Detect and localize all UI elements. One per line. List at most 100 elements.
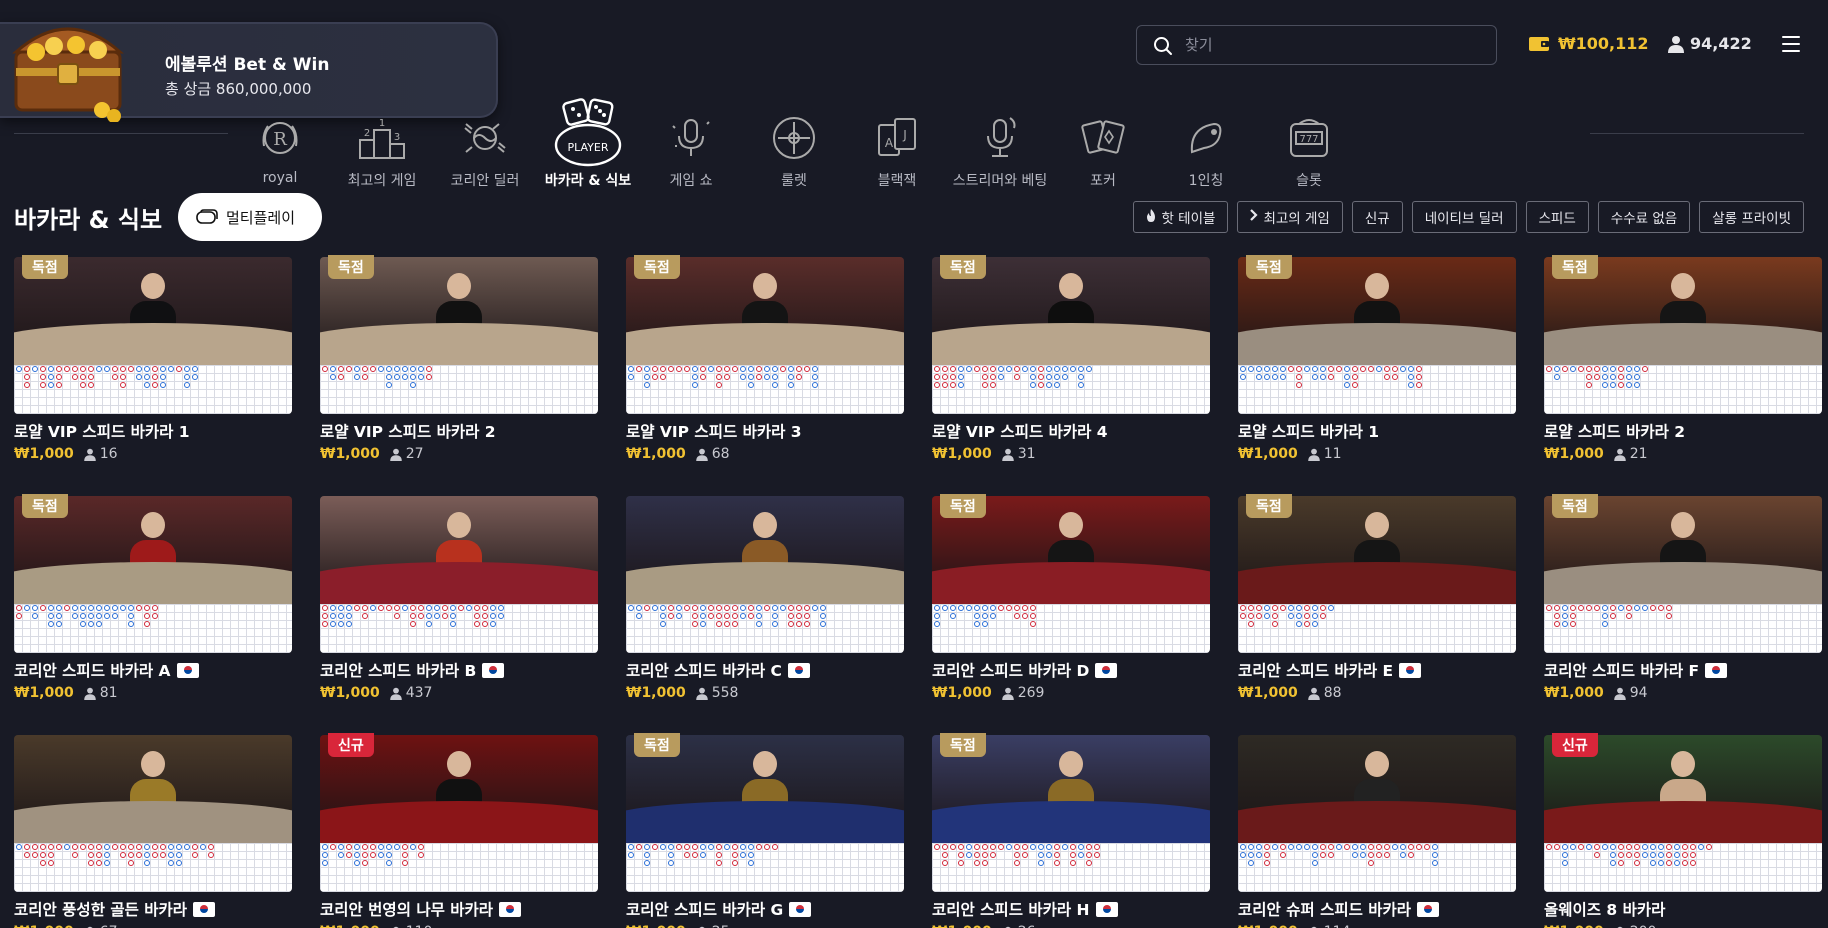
new-badge: 신규 <box>328 733 374 757</box>
balance[interactable]: ₩100,112 <box>1528 34 1649 53</box>
game-card[interactable]: 독점 로얄 스피드 바카라 1 ₩1,000 11 <box>1238 255 1516 462</box>
roulette-icon <box>764 108 824 168</box>
search-box[interactable] <box>1136 25 1497 65</box>
search-input[interactable] <box>1185 32 1475 58</box>
dealer-video <box>1238 735 1516 843</box>
section-title: 바카라 & 식보 <box>14 206 163 234</box>
player-count-value: 68 <box>711 446 730 462</box>
game-card[interactable]: 독점코리안 스피드 바카라 G ₩1,000 25 <box>626 733 904 928</box>
bead-road <box>932 604 1210 653</box>
game-name: 로얄 VIP 스피드 바카라 3 <box>626 420 904 442</box>
menu-icon[interactable] <box>1782 36 1800 52</box>
game-thumbnail[interactable] <box>932 735 1210 892</box>
filter-chip[interactable]: 살롱 프라이빗 <box>1699 201 1804 233</box>
min-bet: ₩1,000 <box>626 924 686 928</box>
min-bet: ₩1,000 <box>320 446 380 462</box>
korea-flag-icon <box>1399 662 1422 678</box>
game-name-text: 코리안 스피드 바카라 F <box>1544 662 1700 680</box>
player-count-value: 94 <box>1629 685 1648 701</box>
game-thumbnail[interactable] <box>1544 496 1822 653</box>
player-count: 16 <box>83 446 118 462</box>
balance-amount: ₩100,112 <box>1558 34 1649 53</box>
game-name-text: 코리안 스피드 바카라 A <box>14 662 171 680</box>
filter-chip[interactable]: 핫 테이블 <box>1133 201 1229 233</box>
player-count: 27 <box>389 446 424 462</box>
player-count-value: 67 <box>100 924 118 928</box>
player-count: 25 <box>696 924 730 928</box>
game-meta: ₩1,000 68 <box>626 446 904 462</box>
game-name-text: 코리안 스피드 바카라 H <box>932 901 1090 919</box>
game-thumbnail[interactable] <box>320 735 598 892</box>
user-icon <box>83 448 96 461</box>
game-thumbnail[interactable] <box>626 735 904 892</box>
game-thumbnail[interactable] <box>1544 257 1822 414</box>
player-count: 558 <box>695 685 738 701</box>
player-count-value: 25 <box>712 924 730 928</box>
game-meta: ₩1,000 110 <box>320 924 598 928</box>
player-count: 437 <box>389 685 432 701</box>
game-card[interactable]: 신규코리안 번영의 나무 바카라 ₩1,000 110 <box>320 733 598 928</box>
game-card[interactable]: 코리안 슈퍼 스피드 바카라 ₩1,000 114 <box>1238 735 1516 928</box>
filter-chip[interactable]: 네이티브 딜러 <box>1411 201 1517 233</box>
game-card[interactable]: 독점 로얄 VIP 스피드 바카라 3 ₩1,000 68 <box>626 255 904 462</box>
game-meta: ₩1,000 114 <box>1238 924 1516 928</box>
game-thumbnail[interactable] <box>932 496 1210 653</box>
filter-chip[interactable]: 최고의 게임 <box>1237 201 1343 233</box>
game-card[interactable]: 코리안 풍성한 골든 바카라 ₩1,000 67 <box>14 735 292 928</box>
user-icon <box>1307 448 1320 461</box>
game-meta: ₩1,000 558 <box>626 685 904 701</box>
user-icon <box>389 448 402 461</box>
min-bet: ₩1,000 <box>1544 685 1604 701</box>
game-thumbnail[interactable] <box>14 735 292 892</box>
game-thumbnail[interactable] <box>1544 735 1822 892</box>
game-card[interactable]: 독점 코리안 스피드 바카라 D ₩1,000 269 <box>932 494 1210 701</box>
user-icon <box>389 687 402 700</box>
nav-divider-right <box>1590 133 1804 134</box>
game-meta: ₩1,000 11 <box>1238 446 1516 462</box>
exclusive-badge: 독점 <box>1552 494 1598 518</box>
game-thumbnail[interactable] <box>626 496 904 653</box>
game-card[interactable]: 코리안 스피드 바카라 B ₩1,000 437 <box>320 496 598 701</box>
game-card[interactable]: 독점코리안 스피드 바카라 F ₩1,000 94 <box>1544 494 1822 701</box>
min-bet: ₩1,000 <box>932 685 992 701</box>
game-thumbnail[interactable] <box>626 257 904 414</box>
game-thumbnail[interactable] <box>1238 496 1516 653</box>
game-card[interactable]: 코리안 스피드 바카라 C ₩1,000 558 <box>626 496 904 701</box>
game-card[interactable]: 독점 로얄 VIP 스피드 바카라 2 ₩1,000 27 <box>320 255 598 462</box>
game-thumbnail[interactable] <box>320 257 598 414</box>
game-name: 코리안 슈퍼 스피드 바카라 <box>1238 898 1516 920</box>
game-card[interactable]: 신규올웨이즈 8 바카라 ₩1,000 200 <box>1544 733 1822 928</box>
game-card[interactable]: 독점 로얄 스피드 바카라 2 ₩1,000 21 <box>1544 255 1822 462</box>
filter-chip[interactable]: 스피드 <box>1525 201 1589 233</box>
tab-slots[interactable]: 777 슬롯 <box>1247 96 1371 190</box>
bead-road <box>932 843 1210 892</box>
player-count: 114 <box>1308 924 1350 928</box>
game-card[interactable]: 독점 코리안 스피드 바카라 A ₩1,000 81 <box>14 494 292 701</box>
filter-chip[interactable]: 수수료 없음 <box>1597 201 1691 233</box>
dealer-video <box>626 496 904 604</box>
game-name-text: 올웨이즈 8 바카라 <box>1544 901 1666 919</box>
game-card[interactable]: 독점코리안 스피드 바카라 H ₩1,000 26 <box>932 733 1210 928</box>
game-thumbnail[interactable] <box>320 496 598 653</box>
game-thumbnail[interactable] <box>1238 735 1516 892</box>
game-name: 코리안 스피드 바카라 C <box>626 659 904 681</box>
multiplay-icon <box>196 209 218 224</box>
filter-chip[interactable]: 신규 <box>1351 201 1403 233</box>
game-meta: ₩1,000 21 <box>1544 446 1822 462</box>
game-meta: ₩1,000 67 <box>14 924 292 928</box>
tab-label: 슬롯 <box>1296 173 1322 189</box>
player-count-value: 81 <box>99 685 118 701</box>
game-thumbnail[interactable] <box>14 496 292 653</box>
multiplay-button[interactable]: 멀티플레이 <box>178 193 322 241</box>
game-thumbnail[interactable] <box>14 257 292 414</box>
game-meta: ₩1,000 200 <box>1544 924 1822 928</box>
game-card[interactable]: 독점 로얄 VIP 스피드 바카라 4 ₩1,000 31 <box>932 255 1210 462</box>
game-card[interactable]: 독점 코리안 스피드 바카라 E ₩1,000 88 <box>1238 494 1516 701</box>
game-name-text: 로얄 VIP 스피드 바카라 4 <box>932 423 1108 441</box>
exclusive-badge: 독점 <box>940 494 986 518</box>
game-thumbnail[interactable] <box>1238 257 1516 414</box>
bead-road <box>1544 365 1822 414</box>
game-thumbnail[interactable] <box>932 257 1210 414</box>
game-card[interactable]: 독점 로얄 VIP 스피드 바카라 1 ₩1,000 16 <box>14 255 292 462</box>
player-count-value: 27 <box>405 446 424 462</box>
